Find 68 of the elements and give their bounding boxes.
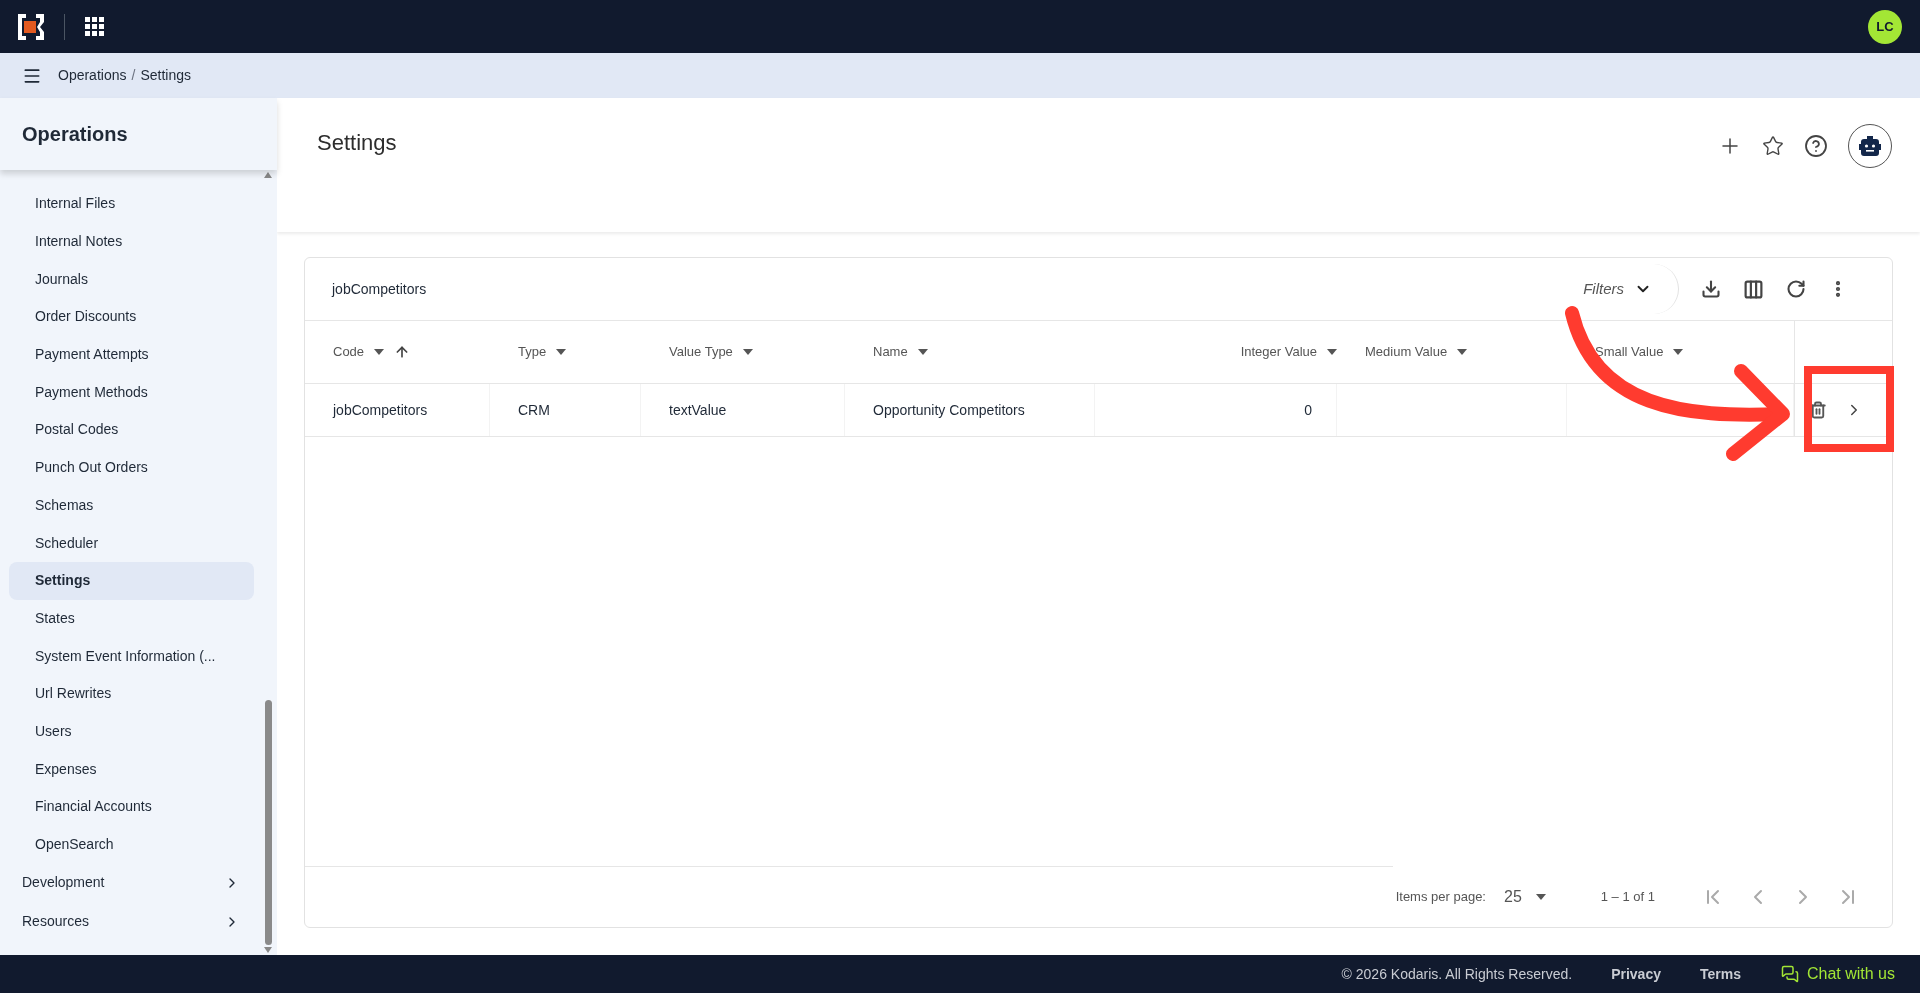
sidebar-item[interactable]: Scheduler xyxy=(9,524,254,562)
sidebar-item[interactable]: Postal Codes xyxy=(9,411,254,449)
sidebar-item[interactable]: Financial Accounts xyxy=(9,788,254,826)
column-header[interactable]: Medium Value xyxy=(1337,321,1567,383)
chat-link[interactable]: Chat with us xyxy=(1780,962,1895,986)
table-cell-text: textValue xyxy=(669,400,727,420)
chat-icon xyxy=(1780,965,1799,983)
sidebar-item[interactable]: Order Discounts xyxy=(9,298,254,336)
sidebar-item[interactable]: Url Rewrites xyxy=(9,674,254,713)
sidebar-item[interactable]: States xyxy=(9,599,254,638)
copyright-text: © 2026 Kodaris. All Rights Reserved. xyxy=(1341,964,1573,984)
delete-icon[interactable] xyxy=(1809,401,1827,419)
column-header[interactable]: Integer Value xyxy=(1095,321,1337,383)
breadcrumb-item[interactable]: Settings xyxy=(140,65,191,86)
items-per-page-label: Items per page: xyxy=(1395,888,1486,907)
table-cell-text: 0 xyxy=(1304,400,1312,420)
download-icon[interactable] xyxy=(1701,279,1721,299)
sidebar-item[interactable]: Users xyxy=(9,712,254,751)
page-title: Settings xyxy=(317,129,397,157)
sidebar-item[interactable]: OpenSearch xyxy=(9,825,254,864)
columns-icon[interactable] xyxy=(1743,278,1764,300)
caret-icon[interactable] xyxy=(742,349,753,355)
robot-icon xyxy=(1859,136,1881,156)
caret-icon[interactable] xyxy=(1327,349,1337,355)
table-cell-text: CRM xyxy=(518,400,550,420)
scroll-down-icon[interactable] xyxy=(264,947,272,953)
caret-icon[interactable] xyxy=(917,349,928,355)
star-icon[interactable] xyxy=(1762,135,1784,157)
sidebar-item[interactable]: Payment Attempts xyxy=(9,335,254,374)
breadcrumb-item[interactable]: Operations xyxy=(58,65,127,86)
sidebar-item[interactable]: System Event Information (... xyxy=(9,637,254,675)
caret-icon[interactable] xyxy=(374,349,385,355)
column-header[interactable]: Value Type xyxy=(641,321,845,383)
breadcrumb-separator: / xyxy=(131,66,136,85)
sidebar-item[interactable]: Internal Notes xyxy=(9,222,254,261)
column-header[interactable]: Type xyxy=(490,321,641,383)
caret-icon[interactable] xyxy=(1673,349,1684,355)
sidebar-item[interactable]: Punch Out Orders xyxy=(9,448,254,487)
footer-link[interactable]: Terms xyxy=(1699,963,1741,985)
caret-icon[interactable] xyxy=(556,349,567,355)
page-range: 1 – 1 of 1 xyxy=(1600,888,1655,907)
column-header[interactable]: Code xyxy=(305,321,490,383)
scrollbar-thumb[interactable] xyxy=(264,700,272,945)
sidebar-section[interactable]: Development xyxy=(9,863,254,903)
sidebar-item[interactable]: Schemas xyxy=(9,486,254,525)
logo-icon[interactable] xyxy=(18,13,44,40)
caret-icon[interactable] xyxy=(1457,349,1468,355)
refresh-icon[interactable] xyxy=(1786,279,1806,299)
sidebar-item[interactable]: Expenses xyxy=(9,750,254,788)
table-cell-text: jobCompetitors xyxy=(333,400,428,420)
sidebar-item[interactable]: Journals xyxy=(9,260,254,299)
footer-link[interactable]: Privacy xyxy=(1611,963,1661,985)
table-cell-text: Opportunity Competitors xyxy=(873,400,1025,420)
sidebar-item[interactable]: Settings xyxy=(9,561,254,600)
table-title: jobCompetitors xyxy=(332,279,427,299)
scroll-up-icon[interactable] xyxy=(264,172,272,178)
help-icon[interactable] xyxy=(1804,134,1828,158)
filters-button[interactable]: Filters xyxy=(1559,264,1679,314)
user-avatar[interactable]: LC xyxy=(1868,9,1902,44)
sidebar-item[interactable]: Internal Files xyxy=(9,185,254,223)
page-size-select[interactable]: 25 xyxy=(1504,885,1546,909)
sidebar-title: Operations xyxy=(22,122,128,147)
apps-grid-icon[interactable] xyxy=(85,17,104,36)
sidebar-item[interactable]: Payment Methods xyxy=(9,373,254,412)
column-header[interactable]: Name xyxy=(845,321,1095,383)
sidebar-section[interactable]: Resources xyxy=(9,902,254,942)
column-header[interactable]: Small Value xyxy=(1567,321,1794,383)
caret-icon[interactable] xyxy=(1535,894,1546,900)
